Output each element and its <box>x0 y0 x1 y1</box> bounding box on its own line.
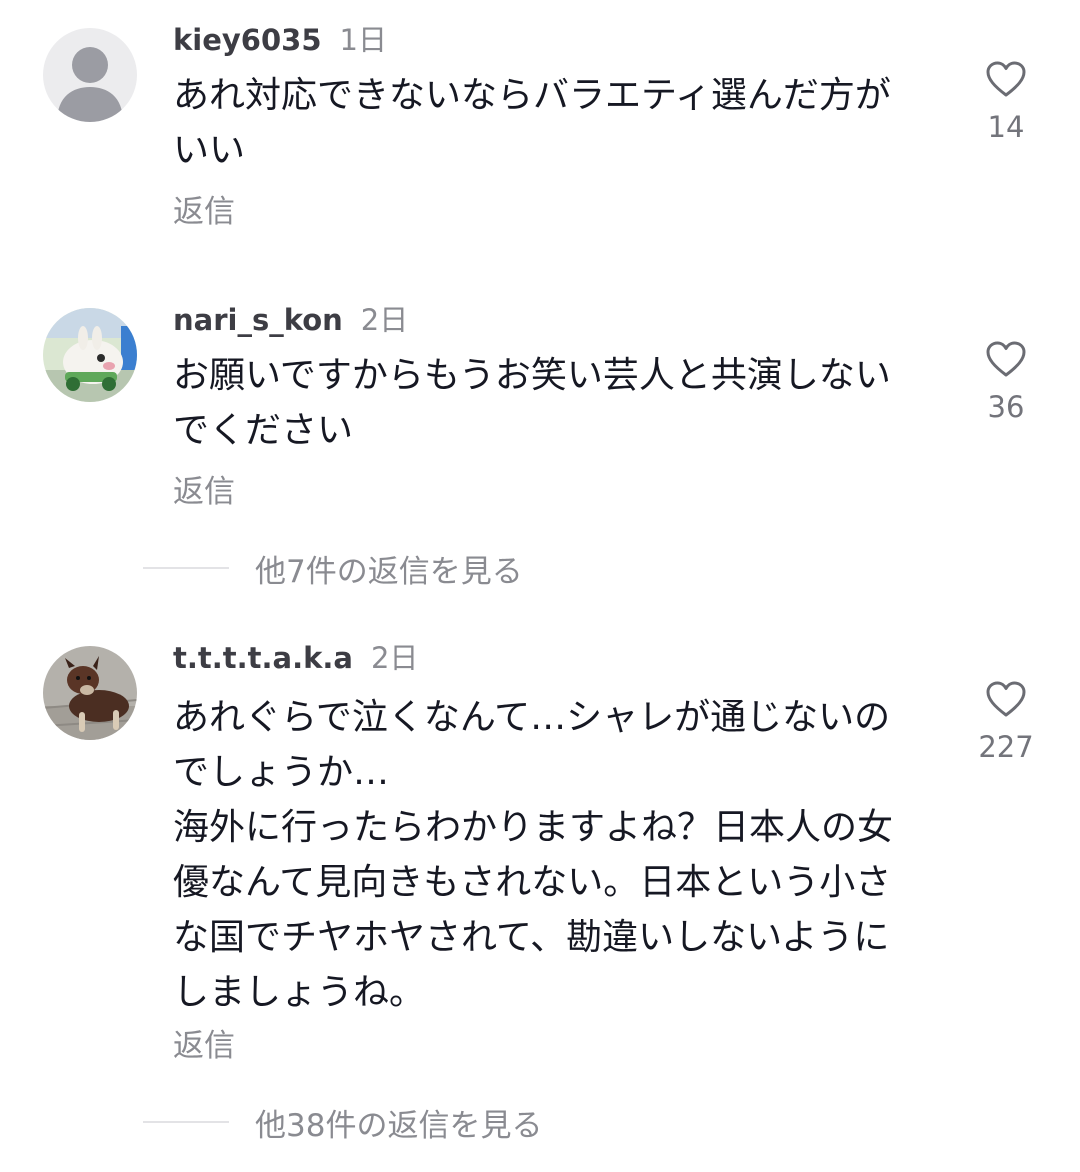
comment-text: あれ対応できないならバラエティ選んだ方がいい <box>173 75 891 171</box>
like-button[interactable]: 14 <box>965 60 1047 144</box>
reply-button[interactable]: 返信 <box>173 472 235 512</box>
username-text[interactable]: kiey6035 <box>173 23 322 57</box>
view-more-replies[interactable]: 他7件の返信を見る <box>143 546 523 590</box>
username-text[interactable]: nari_s_kon <box>173 303 343 337</box>
like-button[interactable]: 227 <box>965 680 1047 764</box>
dog-photo <box>43 646 137 740</box>
divider-line <box>143 1121 229 1123</box>
avatar[interactable] <box>43 646 137 740</box>
comment-time: 2日 <box>370 641 419 675</box>
reply-button[interactable]: 返信 <box>173 192 235 232</box>
like-count: 36 <box>987 390 1025 424</box>
view-more-label[interactable]: 他38件の返信を見る <box>255 1100 542 1145</box>
comment-text: あれぐらで泣くなんて…シャレが通じないのでしょうか… 海外に行ったらわかりますよ… <box>173 697 894 1013</box>
like-count: 14 <box>987 110 1025 144</box>
view-more-replies[interactable]: 他38件の返信を見る <box>143 1100 542 1144</box>
comment-text: お願いですからもうお笑い芸人と共演しないでください <box>173 355 891 451</box>
avatar[interactable] <box>43 28 137 122</box>
heart-icon <box>986 61 1026 97</box>
avatar[interactable] <box>43 308 137 402</box>
reply-button[interactable]: 返信 <box>173 1026 235 1066</box>
heart-icon <box>986 341 1026 377</box>
toy-rabbit-car-photo <box>43 308 137 402</box>
default-avatar-icon <box>43 28 137 122</box>
like-button[interactable]: 36 <box>965 340 1047 424</box>
comment-username[interactable]: nari_s_kon 2日 <box>173 302 408 338</box>
view-more-label[interactable]: 他7件の返信を見る <box>255 546 523 591</box>
username-text[interactable]: t.t.t.t.a.k.a <box>173 641 353 675</box>
heart-icon <box>986 681 1026 717</box>
comment-time: 2日 <box>360 303 409 337</box>
divider-line <box>143 567 229 569</box>
comment-time: 1日 <box>339 23 387 57</box>
like-count: 227 <box>978 730 1034 764</box>
comment-username[interactable]: kiey6035 1日 <box>173 22 387 58</box>
comment-username[interactable]: t.t.t.t.a.k.a 2日 <box>173 640 418 676</box>
